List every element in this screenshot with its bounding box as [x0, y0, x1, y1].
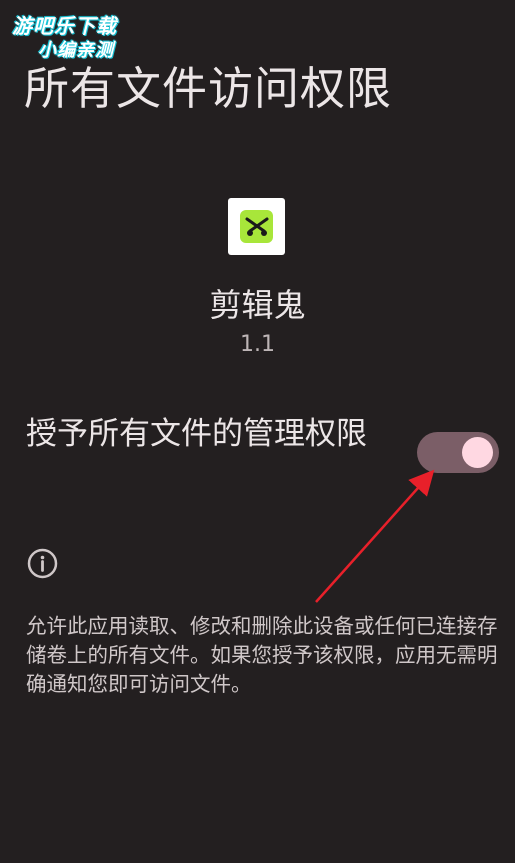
scissors-icon	[240, 210, 273, 243]
all-files-access-toggle[interactable]	[417, 432, 499, 473]
page-title: 所有文件访问权限	[24, 62, 393, 115]
watermark-line1: 游吧乐下载	[12, 14, 117, 38]
app-name: 剪辑鬼	[209, 286, 306, 324]
app-version: 1.1	[240, 332, 275, 357]
toggle-thumb	[462, 437, 493, 468]
permission-label: 授予所有文件的管理权限	[26, 416, 367, 452]
app-icon	[228, 198, 285, 255]
permission-description: 允许此应用读取、修改和删除此设备或任何已连接存储卷上的所有文件。如果您授予该权限…	[26, 614, 498, 696]
info-icon	[27, 548, 58, 579]
